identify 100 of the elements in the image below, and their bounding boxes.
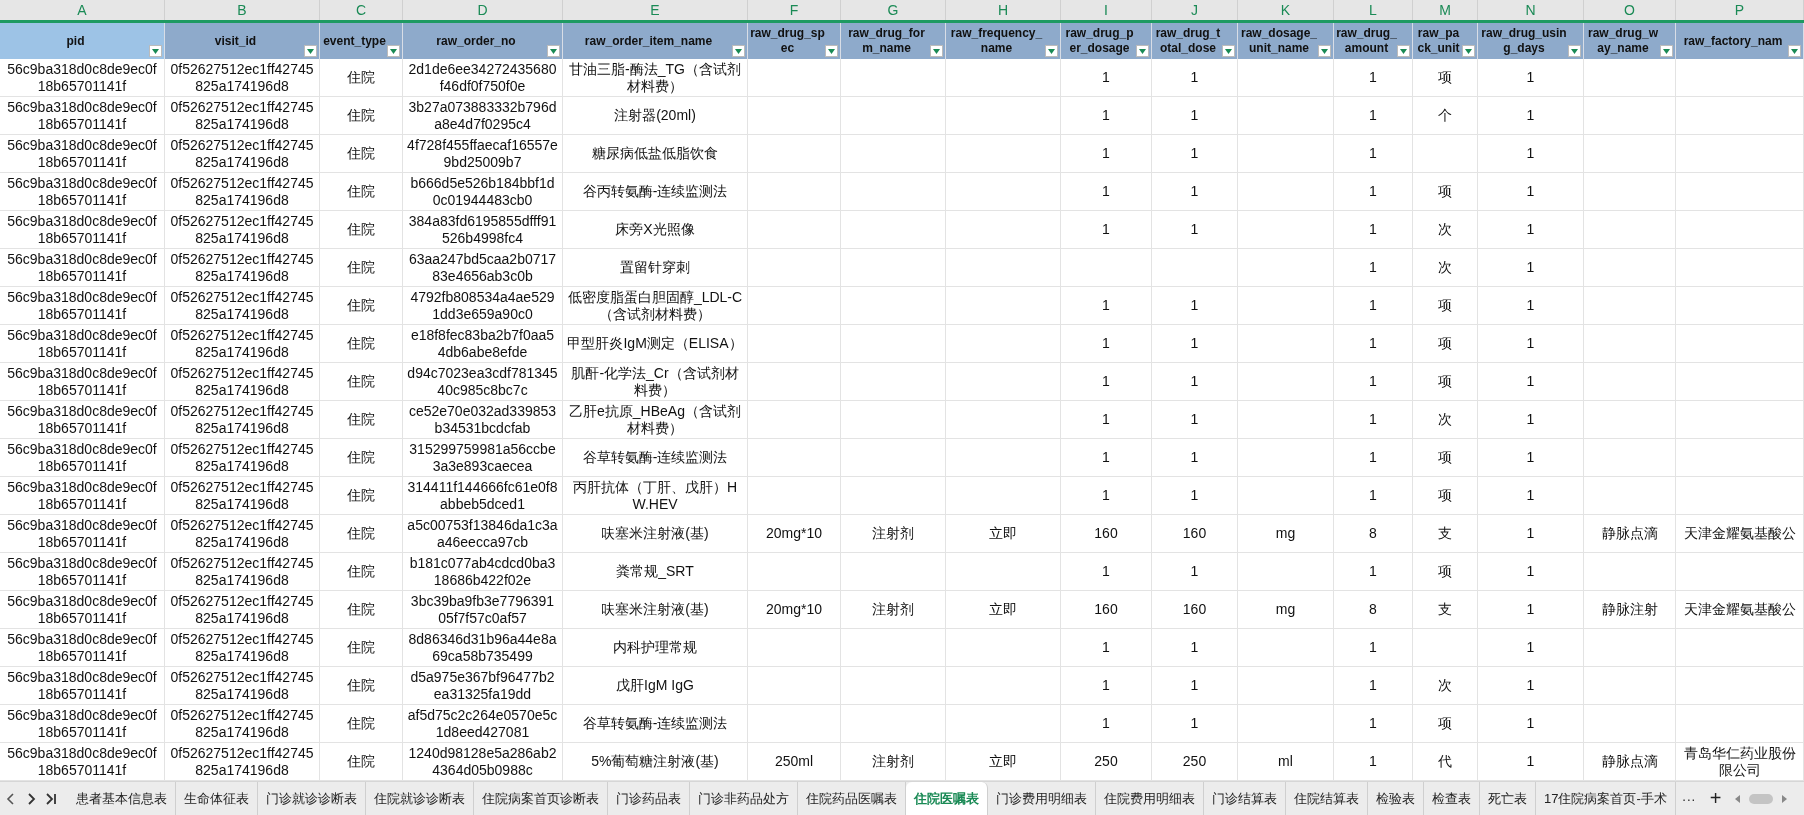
header-cell[interactable]: raw_pack_unit [1413,23,1478,59]
header-cell[interactable]: raw_drug_using_days [1478,23,1584,59]
table-cell: 1 [1334,705,1413,743]
sheet-tab[interactable]: 患者基本信息表 [68,782,176,815]
header-cell[interactable]: raw_dosage_unit_name [1238,23,1334,59]
table-cell: 160 [1152,591,1238,629]
header-cell[interactable]: raw_drug_amount [1334,23,1413,59]
sheet-tab[interactable]: 住院医嘱表 [906,782,988,815]
sheet-tab[interactable]: 门诊就诊诊断表 [258,782,366,815]
header-cell[interactable]: visit_id [165,23,320,59]
sheet-tab[interactable]: 检查表 [1424,782,1480,815]
filter-dropdown-icon[interactable] [387,45,400,57]
header-cell[interactable]: raw_factory_nam [1676,23,1804,59]
sheet-tab[interactable]: 门诊结算表 [1204,782,1286,815]
column-letter[interactable]: N [1478,0,1584,20]
filter-dropdown-icon[interactable] [1045,45,1058,57]
filter-dropdown-icon[interactable] [1318,45,1331,57]
table-cell: 1 [1334,97,1413,135]
next-sheet-icon[interactable] [26,792,36,805]
table-cell: 1 [1152,97,1238,135]
column-letter[interactable]: K [1238,0,1334,20]
filter-dropdown-icon[interactable] [825,45,838,57]
column-letter[interactable]: D [403,0,563,20]
more-tabs-button[interactable]: ··· [1675,782,1702,815]
filter-dropdown-icon[interactable] [1462,45,1475,57]
filter-dropdown-icon[interactable] [547,45,560,57]
column-letter[interactable]: C [320,0,403,20]
column-letter[interactable]: L [1334,0,1413,20]
scroll-thumb[interactable] [1749,793,1774,804]
sheet-tab[interactable]: 住院费用明细表 [1096,782,1204,815]
table-cell: 丙肝抗体（丁肝、戊肝）HW.HEV [563,477,748,515]
header-cell[interactable]: pid [0,23,165,59]
table-cell: 甘油三脂-酶法_TG（含试剂材料费） [563,59,748,97]
sheet-tab[interactable]: 门诊费用明细表 [988,782,1096,815]
previous-sheet-icon[interactable] [6,792,16,805]
table-cell: 1 [1334,401,1413,439]
last-sheet-icon[interactable] [46,792,56,805]
column-letter[interactable]: O [1584,0,1676,20]
filter-dropdown-icon[interactable] [1660,45,1673,57]
sheet-tab[interactable]: 检验表 [1368,782,1424,815]
filter-dropdown-icon[interactable] [304,45,317,57]
table-cell: 1 [1061,363,1152,401]
filter-dropdown-icon[interactable] [1397,45,1410,57]
table-cell: 1 [1061,59,1152,97]
header-cell[interactable]: raw_order_item_name [563,23,748,59]
table-cell: 0f52627512ec1ff42745825a174196d8 [165,173,320,211]
table-cell: 1 [1334,363,1413,401]
table-cell: 1 [1061,439,1152,477]
table-cell: 1 [1334,249,1413,287]
column-letter[interactable]: H [946,0,1061,20]
sheet-tab[interactable]: 死亡表 [1480,782,1536,815]
table-cell: 1 [1152,629,1238,667]
header-label: raw_drug_total_dose [1154,26,1222,56]
table-cell: 肌酐-化学法_Cr（含试剂材料费） [563,363,748,401]
sheet-tab[interactable]: 住院结算表 [1286,782,1368,815]
header-cell[interactable]: raw_frequency_name [946,23,1061,59]
filter-dropdown-icon[interactable] [930,45,943,57]
header-cell[interactable]: raw_drug_spec [748,23,841,59]
filter-dropdown-icon[interactable] [1136,45,1149,57]
sheet-tab[interactable]: 门诊药品表 [608,782,690,815]
table-cell: 8 [1334,591,1413,629]
column-letter[interactable]: M [1413,0,1478,20]
column-letter[interactable]: E [563,0,748,20]
table-cell: 注射剂 [841,591,946,629]
sheet-tab[interactable]: 生命体征表 [176,782,258,815]
filter-dropdown-icon[interactable] [1568,45,1581,57]
column-letter[interactable]: B [165,0,320,20]
table-cell: 1 [1478,515,1584,553]
sheet-tab[interactable]: 住院病案首页诊断表 [474,782,608,815]
table-cell: 56c9ba318d0c8de9ec0f18b65701141f [0,59,165,97]
sheet-tab[interactable]: 17住院病案首页-手术 [1536,782,1676,815]
header-label: raw_drug_spec [750,26,825,56]
table-cell: 1 [1061,287,1152,325]
filter-dropdown-icon[interactable] [732,45,745,57]
sheet-tab[interactable]: 门诊非药品处方 [690,782,798,815]
column-letter[interactable]: P [1676,0,1804,20]
header-cell[interactable]: event_type [320,23,403,59]
header-cell[interactable]: raw_drug_way_name [1584,23,1676,59]
sheet-tab[interactable]: 住院就诊诊断表 [366,782,474,815]
table-cell: 8 [1334,515,1413,553]
header-cell[interactable]: raw_order_no [403,23,563,59]
column-letter[interactable]: I [1061,0,1152,20]
header-cell[interactable]: raw_drug_form_name [841,23,946,59]
table-cell: 1 [1061,477,1152,515]
table-cell: 56c9ba318d0c8de9ec0f18b65701141f [0,591,165,629]
header-cell[interactable]: raw_drug_per_dosage [1061,23,1152,59]
table-cell: 1 [1478,173,1584,211]
table-cell: 项 [1413,173,1478,211]
scroll-left-icon[interactable] [1735,794,1742,803]
filter-dropdown-icon[interactable] [149,45,162,57]
table-cell: 1 [1152,135,1238,173]
header-cell[interactable]: raw_drug_total_dose [1152,23,1238,59]
column-letter[interactable]: A [0,0,165,20]
column-letter[interactable]: J [1152,0,1238,20]
column-letter[interactable]: G [841,0,946,20]
filter-dropdown-icon[interactable] [1222,45,1235,57]
filter-dropdown-icon[interactable] [1788,45,1801,57]
add-sheet-button[interactable]: + [1701,782,1730,815]
scroll-right-icon[interactable] [1781,794,1788,803]
column-letter[interactable]: F [748,0,841,20]
